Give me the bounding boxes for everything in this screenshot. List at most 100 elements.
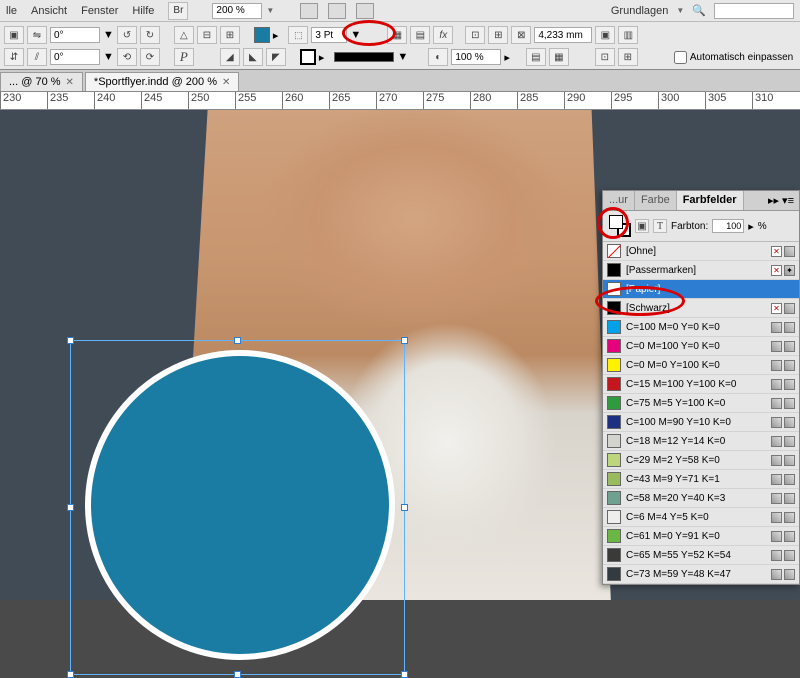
close-icon[interactable]: ✕ [222,77,230,88]
document-tab[interactable]: *Sportflyer.indd @ 200 % ✕ [85,72,239,91]
fill-stroke-proxy[interactable] [609,215,631,237]
text-formatting-icon[interactable]: T [653,219,667,233]
text-wrap1-icon[interactable]: ▤ [526,48,546,66]
fx-icon[interactable]: fx [433,26,453,44]
zoom-dropdown-icon[interactable]: ▼ [266,6,274,15]
selection-handle[interactable] [67,671,74,678]
opacity-dropdown-icon[interactable]: ▸ [504,51,510,64]
screen-mode-icon[interactable] [328,3,346,19]
selection-handle[interactable] [67,504,74,511]
ellipse-object[interactable] [85,350,395,660]
effects-icon[interactable]: ▦ [387,26,407,44]
swatch-row[interactable]: C=65 M=55 Y=52 K=54 [603,546,799,565]
pathfinder-icon[interactable]: △ [174,26,194,44]
view-options-icon[interactable] [300,3,318,19]
dropdown-icon[interactable]: ▼ [103,29,114,41]
fill-proxy-icon[interactable] [609,215,623,229]
document-tab[interactable]: ... @ 70 % ✕ [0,72,83,91]
opacity-input[interactable] [451,49,501,65]
swatch-row[interactable]: C=61 M=0 Y=91 K=0 [603,527,799,546]
fill-swatch[interactable] [254,27,270,43]
swatch-row[interactable]: C=100 M=90 Y=10 K=0 [603,413,799,432]
distribute-icon[interactable]: ⊞ [220,26,240,44]
stroke-style-preview[interactable] [334,52,394,62]
frame-fit1-icon[interactable]: ⊡ [595,48,615,66]
menu-item[interactable]: Ansicht [31,5,67,17]
menu-item[interactable]: Fenster [81,5,118,17]
type-on-path-icon[interactable]: P [174,48,194,66]
frame2-icon[interactable]: ▥ [618,26,638,44]
selection-handle[interactable] [234,337,241,344]
swatch-row[interactable]: C=0 M=0 Y=100 K=0 [603,356,799,375]
menu-item[interactable]: Hilfe [132,5,154,17]
swatch-row[interactable]: C=6 M=4 Y=5 K=0 [603,508,799,527]
stroke-style-dropdown-icon[interactable]: ▼ [397,51,408,63]
fit-frame-icon[interactable]: ⊡ [465,26,485,44]
stroke-swatch[interactable] [300,49,316,65]
crop-icon[interactable]: ⊠ [511,26,531,44]
selection-handle[interactable] [67,337,74,344]
corner3-icon[interactable]: ◤ [266,48,286,66]
wrap-icon[interactable]: ▤ [410,26,430,44]
tab-swatches[interactable]: Farbfelder [677,191,744,210]
workspace-dropdown-icon[interactable]: ▼ [676,6,684,15]
corner-icon[interactable]: ◢ [220,48,240,66]
corner2-icon[interactable]: ◣ [243,48,263,66]
stroke-weight-dropdown-icon[interactable]: ▼ [350,29,361,41]
selection-handle[interactable] [401,337,408,344]
swatch-row[interactable]: C=100 M=0 Y=0 K=0 [603,318,799,337]
rotate-obj-icon[interactable]: ⟲ [117,48,137,66]
arrange-icon[interactable] [356,3,374,19]
selection-handle[interactable] [234,671,241,678]
align-icon[interactable]: ⊟ [197,26,217,44]
swatch-row[interactable]: C=58 M=20 Y=40 K=3 [603,489,799,508]
shear-icon[interactable]: ⫽ [27,48,47,66]
swatch-row[interactable]: [Passermarken]✕✦ [603,261,799,280]
tint-input[interactable] [712,219,744,233]
width-input[interactable] [534,27,592,43]
selection-handle[interactable] [401,671,408,678]
swatch-row[interactable]: C=18 M=12 Y=14 K=0 [603,432,799,451]
swatch-row[interactable]: C=75 M=5 Y=100 K=0 [603,394,799,413]
swatch-row[interactable]: C=29 M=2 Y=58 K=0 [603,451,799,470]
tab-stroke[interactable]: ...ur [603,191,635,210]
swatch-row[interactable]: C=43 M=9 Y=71 K=1 [603,470,799,489]
menu-item[interactable]: lle [6,5,17,17]
swatch-row[interactable]: [Schwarz]✕ [603,299,799,318]
rotate-ccw-icon[interactable]: ↺ [117,26,137,44]
autofit-checkbox[interactable] [674,51,687,64]
flip-h-icon[interactable]: ⇋ [27,26,47,44]
rotation-input[interactable] [50,27,100,43]
selection-handle[interactable] [401,504,408,511]
zoom-input[interactable] [212,3,262,19]
swatch-row[interactable]: [Papier] [603,280,799,299]
panel-menu-icon[interactable]: ▸▸ ▾≡ [763,191,799,210]
ruler-tick: 240 [94,92,115,110]
color-mode-icon [784,512,795,523]
rotate-cw-icon[interactable]: ↻ [140,26,160,44]
swatch-label: C=75 M=5 Y=100 K=0 [626,398,766,409]
color-mode-icon [784,569,795,580]
workspace-label[interactable]: Grundlagen [611,5,669,17]
tab-color[interactable]: Farbe [635,191,677,210]
swatch-row[interactable]: C=15 M=100 Y=100 K=0 [603,375,799,394]
stroke-dropdown-icon[interactable]: ▸ [319,51,325,64]
text-wrap2-icon[interactable]: ▦ [549,48,569,66]
fill-dropdown-icon[interactable]: ▸ [273,29,279,42]
dropdown-icon[interactable]: ▼ [103,51,114,63]
search-input[interactable] [714,3,794,19]
swatch-row[interactable]: C=0 M=100 Y=0 K=0 [603,337,799,356]
close-icon[interactable]: ✕ [66,77,74,88]
rotate-obj2-icon[interactable]: ⟳ [140,48,160,66]
flip-v-icon[interactable]: ⇵ [4,48,24,66]
stroke-weight-input[interactable]: 3 Pt [311,27,347,43]
frame-fit2-icon[interactable]: ⊞ [618,48,638,66]
shear-input[interactable] [50,49,100,65]
bridge-icon[interactable]: Br [168,2,188,20]
frame-icon[interactable]: ▣ [595,26,615,44]
fit-content-icon[interactable]: ⊞ [488,26,508,44]
swatch-row[interactable]: C=73 M=59 Y=48 K=47 [603,565,799,584]
container-formatting-icon[interactable]: ▣ [635,219,649,233]
swatch-row[interactable]: [Ohne]✕ [603,242,799,261]
tint-slider-icon[interactable]: ▸ [748,220,754,233]
